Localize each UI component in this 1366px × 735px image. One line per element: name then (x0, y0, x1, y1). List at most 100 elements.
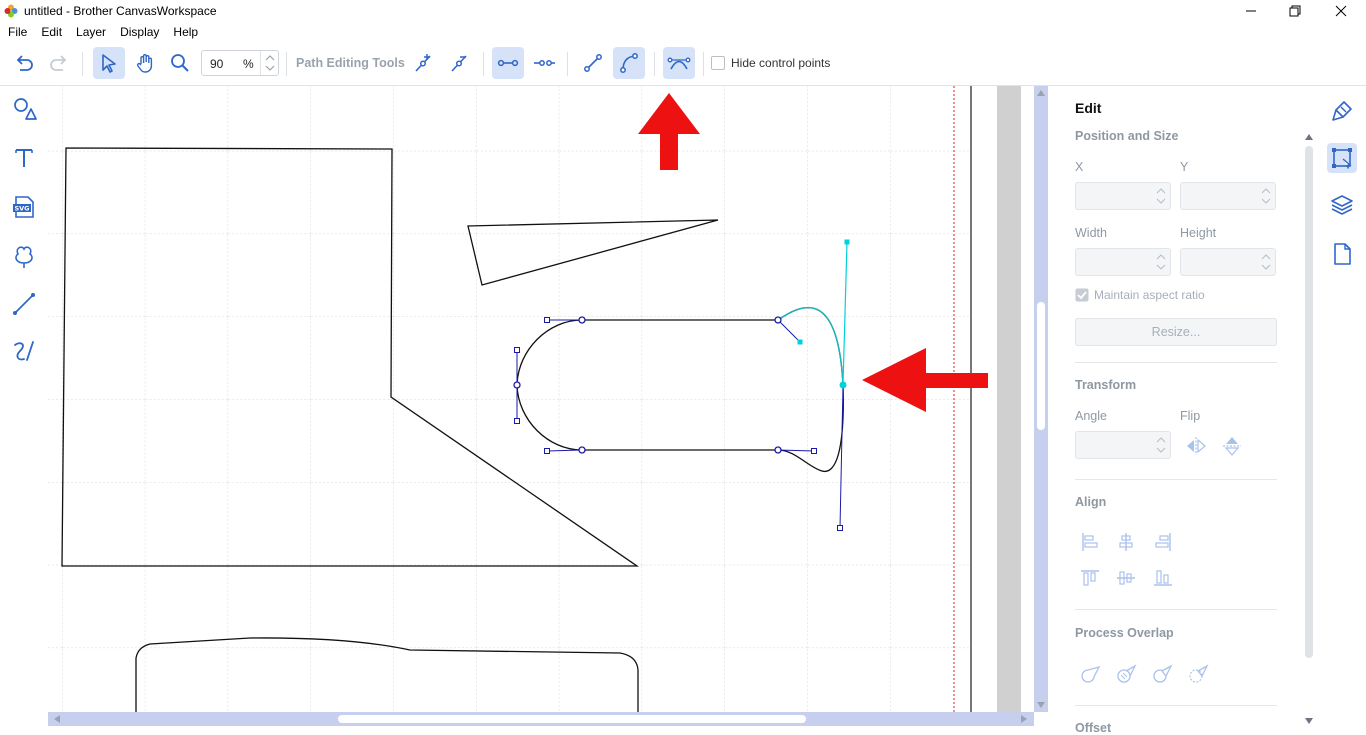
minimize-button[interactable] (1228, 0, 1274, 22)
restore-button[interactable] (1272, 0, 1318, 22)
y-label: Y (1180, 160, 1189, 174)
edit-panel: Edit Position and Size X Y Width Height … (1050, 86, 1318, 735)
restore-icon (1289, 5, 1301, 17)
y-input[interactable] (1180, 182, 1276, 210)
layers-tab-button[interactable] (1327, 190, 1357, 220)
edit-transform-icon (1332, 148, 1352, 169)
align-top-button[interactable] (1078, 566, 1102, 590)
height-input[interactable] (1180, 248, 1276, 276)
minimize-icon (1246, 10, 1256, 12)
group-overlap-button[interactable] (1114, 662, 1138, 686)
line-draw-button[interactable] (7, 287, 41, 321)
smooth-node-button[interactable] (663, 47, 695, 79)
align-center-v-button[interactable] (1114, 566, 1138, 590)
align-left-button[interactable] (1078, 530, 1102, 554)
select-icon (102, 54, 116, 73)
zoom-value: 90 (210, 57, 224, 71)
align-bottom-icon (1154, 570, 1172, 586)
page-icon (1334, 243, 1351, 265)
width-input[interactable] (1075, 248, 1171, 276)
flip-vertical-button[interactable] (1220, 434, 1244, 458)
join-node-icon (497, 59, 519, 67)
app-logo-icon (4, 4, 18, 18)
delete-node-button[interactable] (443, 47, 475, 79)
curve-segment-button[interactable] (613, 47, 645, 79)
text-tool-button[interactable] (7, 141, 41, 175)
redo-button[interactable] (43, 47, 75, 79)
maintain-aspect-checkbox[interactable] (1075, 288, 1089, 302)
undo-icon (16, 55, 33, 71)
angle-input[interactable] (1075, 431, 1171, 459)
mat-border (997, 86, 1021, 712)
far-right-panel (1318, 86, 1366, 730)
add-node-button[interactable] (407, 47, 439, 79)
zoom-stepper[interactable] (260, 51, 278, 75)
close-button[interactable] (1318, 0, 1364, 22)
divider (1075, 609, 1277, 610)
canvas-grid (48, 86, 972, 712)
align-bottom-button[interactable] (1151, 566, 1175, 590)
flip-label: Flip (1180, 409, 1201, 423)
select-tool-button[interactable] (93, 47, 125, 79)
vertical-scroll-thumb[interactable] (1037, 302, 1045, 430)
paint-brush-icon (1332, 101, 1352, 121)
align-top-icon (1081, 570, 1099, 586)
spin-arrows-icon (1156, 254, 1166, 270)
resize-button[interactable]: Resize... (1075, 318, 1277, 346)
panel-scrollbar[interactable] (1304, 134, 1314, 724)
intersect-icon (1189, 664, 1209, 683)
menu-file[interactable]: File (0, 22, 34, 42)
shapes-tool-button[interactable] (7, 92, 41, 126)
align-right-button[interactable] (1151, 530, 1175, 554)
canvas-svg[interactable] (48, 86, 1048, 730)
edit-tab-button[interactable] (1327, 143, 1357, 173)
divider (1075, 479, 1277, 480)
freehand-draw-button[interactable] (7, 334, 41, 368)
process-overlap-heading: Process Overlap (1075, 626, 1174, 640)
line-segment-button[interactable] (577, 47, 609, 79)
drawing-canvas[interactable] (48, 86, 1048, 730)
page-tab-button[interactable] (1327, 239, 1357, 269)
horizontal-scroll-thumb[interactable] (338, 715, 806, 723)
weld-button[interactable] (1078, 662, 1102, 686)
line-draw-icon (13, 293, 35, 315)
join-node-button[interactable] (492, 47, 524, 79)
menu-display[interactable]: Display (113, 22, 166, 42)
hide-control-points-checkbox[interactable] (711, 56, 725, 70)
toolbar-separator (286, 52, 287, 76)
zoom-icon (171, 54, 189, 72)
transform-heading: Transform (1075, 378, 1137, 392)
panel-scroll-track-icon (1305, 134, 1313, 724)
hide-control-points-label: Hide control points (731, 56, 831, 70)
pattern-tool-button[interactable] (7, 239, 41, 273)
x-input[interactable] (1075, 182, 1171, 210)
left-tool-panel: SVG (0, 86, 48, 730)
spin-arrows-icon (1156, 188, 1166, 204)
break-node-button[interactable] (528, 47, 560, 79)
spin-arrows-icon (1261, 188, 1271, 204)
toolbar-separator (483, 52, 484, 76)
trim-button[interactable] (1150, 662, 1174, 686)
undo-button[interactable] (8, 47, 40, 79)
smooth-node-icon (667, 57, 691, 70)
menu-bar: File Edit Layer Display Help (0, 22, 1366, 42)
paint-tab-button[interactable] (1327, 96, 1357, 126)
flip-vertical-icon (1223, 437, 1241, 456)
zoom-tool-button[interactable] (164, 47, 196, 79)
toolbar-separator (654, 52, 655, 76)
freehand-draw-icon (14, 341, 34, 361)
menu-edit[interactable]: Edit (34, 22, 69, 42)
menu-layer[interactable]: Layer (69, 22, 113, 42)
flip-horizontal-button[interactable] (1184, 434, 1208, 458)
toolbar-separator (82, 52, 83, 76)
menu-help[interactable]: Help (166, 22, 205, 42)
align-center-h-button[interactable] (1114, 530, 1138, 554)
pan-tool-button[interactable] (129, 47, 161, 79)
close-icon (1335, 5, 1347, 17)
divider (1075, 705, 1277, 706)
width-label: Width (1075, 226, 1107, 240)
spin-arrows-icon (1261, 254, 1271, 270)
intersect-button[interactable] (1186, 662, 1210, 686)
zoom-input[interactable]: 90 % (201, 50, 279, 76)
svg-import-button[interactable]: SVG (7, 190, 41, 224)
